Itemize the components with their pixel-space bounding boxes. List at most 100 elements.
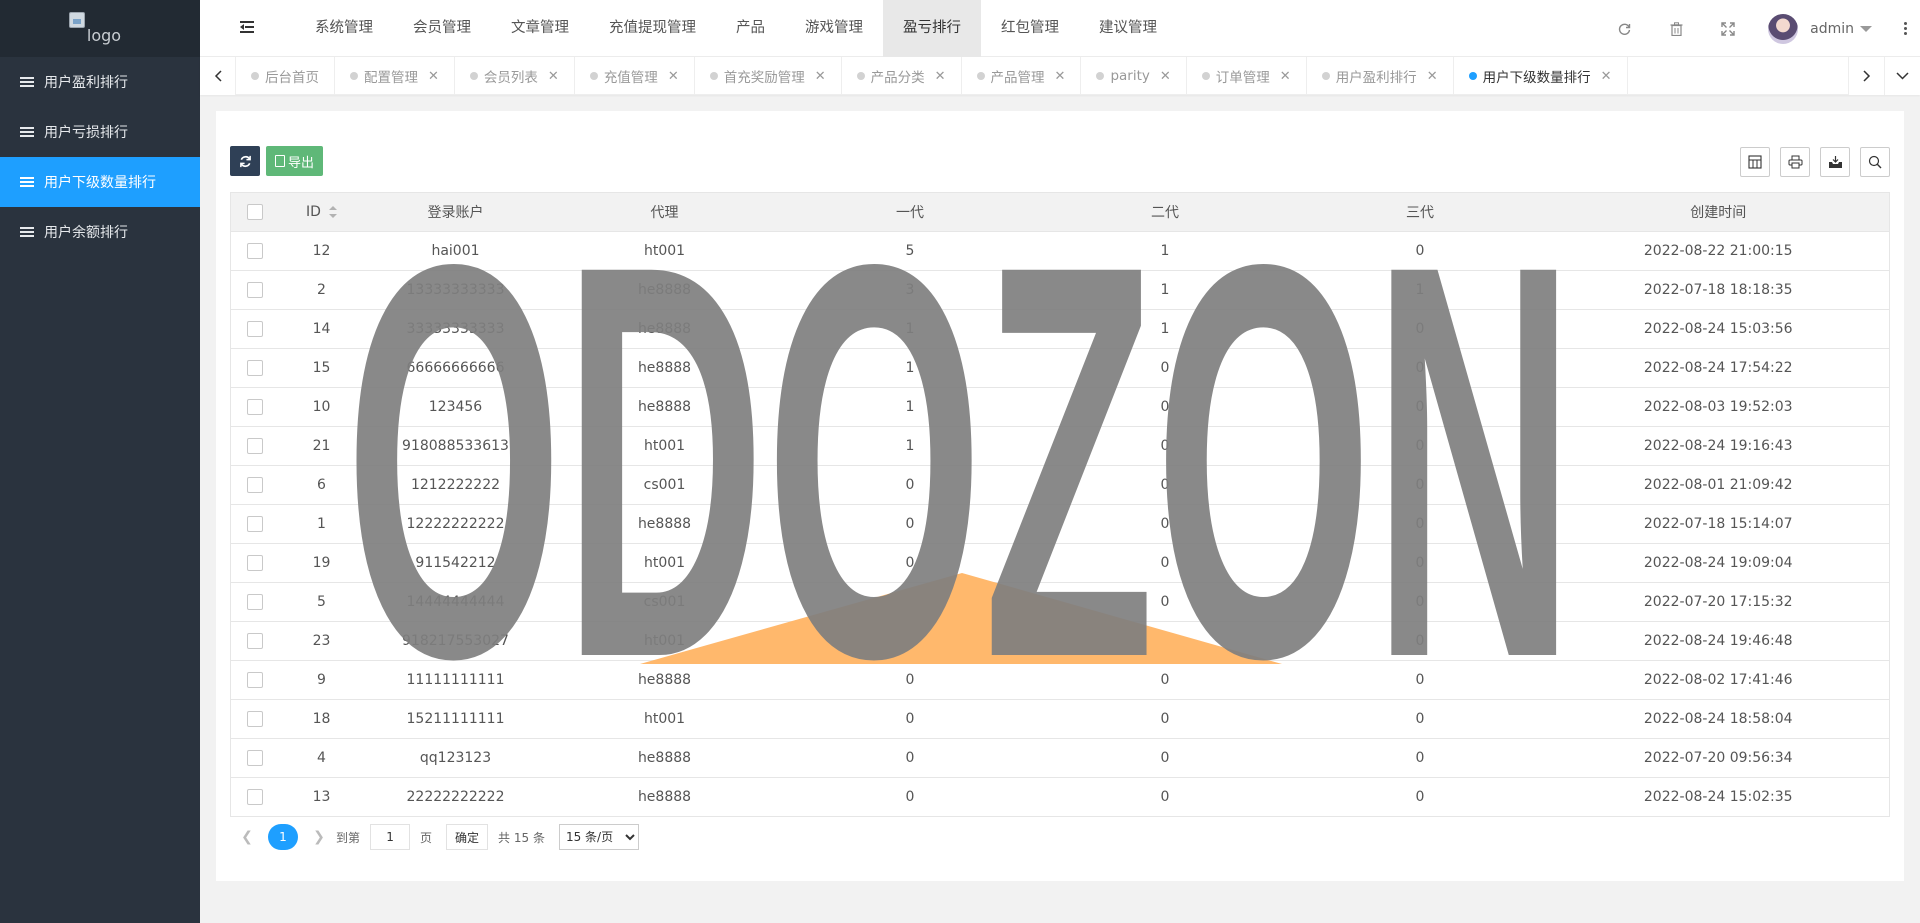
total-count: 共 15 条	[498, 830, 545, 845]
sidebar-item-1[interactable]: 用户亏损排行	[0, 107, 200, 157]
table-cell: 2022-08-24 19:09:04	[1547, 543, 1890, 583]
table-cell: 0	[782, 621, 1038, 661]
prev-page-icon[interactable]: ❮	[236, 829, 258, 845]
tab-4[interactable]: 首充奖励管理 ✕	[695, 57, 842, 95]
tab-label: 用户下级数量排行	[1482, 70, 1591, 86]
table-cell: 2022-08-22 21:00:15	[1547, 231, 1890, 271]
close-icon[interactable]: ✕	[548, 69, 559, 84]
close-icon[interactable]: ✕	[428, 69, 439, 84]
table-cell: 2022-08-24 19:16:43	[1547, 426, 1890, 466]
column-header-agent: 代理	[546, 192, 783, 232]
tab-9[interactable]: 用户盈利排行 ✕	[1307, 57, 1454, 95]
column-header-id[interactable]: ID	[278, 192, 365, 232]
top-nav: 系统管理 会员管理 文章管理 充值提现管理 产品 游戏管理 盈亏排行 红包管理 建议管理	[295, 0, 1177, 57]
top-nav-item-4[interactable]: 产品	[716, 0, 785, 57]
row-checkbox[interactable]	[246, 360, 263, 376]
tab-2[interactable]: 会员列表 ✕	[455, 57, 575, 95]
row-checkbox[interactable]	[246, 282, 263, 298]
tab-3[interactable]: 充值管理 ✕	[575, 57, 695, 95]
sidebar-toggle-icon[interactable]	[240, 20, 256, 34]
tab-1[interactable]: 配置管理 ✕	[335, 57, 455, 95]
export-table-button[interactable]	[1820, 147, 1850, 177]
close-icon[interactable]: ✕	[1427, 69, 1438, 84]
tab-6[interactable]: 产品管理 ✕	[962, 57, 1082, 95]
fullscreen-icon[interactable]	[1702, 0, 1754, 57]
clear-cache-trash-icon[interactable]	[1650, 0, 1702, 57]
close-icon[interactable]: ✕	[935, 69, 946, 84]
column-filter-button[interactable]	[1740, 147, 1770, 177]
close-icon[interactable]: ✕	[815, 69, 826, 84]
tab-menu-chevron-down-icon[interactable]	[1884, 57, 1920, 95]
more-vertical-icon[interactable]	[1890, 0, 1920, 57]
row-checkbox[interactable]	[246, 672, 263, 688]
top-nav-item-3[interactable]: 充值提现管理	[589, 0, 716, 57]
top-nav-item-1[interactable]: 会员管理	[393, 0, 491, 57]
sidebar-item-0[interactable]: 用户盈利排行	[0, 57, 200, 107]
top-nav-item-7[interactable]: 红包管理	[981, 0, 1079, 57]
row-checkbox[interactable]	[246, 243, 263, 259]
sidebar-item-label: 用户下级数量排行	[44, 175, 156, 191]
table-cell: 15211111111	[364, 699, 547, 739]
export-button[interactable]: 导出	[266, 146, 324, 176]
row-checkbox[interactable]	[246, 750, 263, 766]
tab-8[interactable]: 订单管理 ✕	[1187, 57, 1307, 95]
list-icon	[20, 76, 34, 88]
sidebar-item-2[interactable]: 用户下级数量排行	[0, 157, 200, 207]
refresh-icon[interactable]	[1598, 0, 1650, 57]
top-nav-item-6[interactable]: 盈亏排行	[883, 0, 981, 57]
tab-scroll-right-icon[interactable]	[1848, 57, 1884, 95]
table-row: 15 66666666666 he8888 1 0 0 2022-08-24 17:54:2…	[230, 348, 1890, 388]
table-refresh-button[interactable]	[230, 146, 260, 176]
sidebar-item-label: 用户亏损排行	[44, 125, 128, 141]
page-unit-label: 页	[420, 830, 433, 845]
current-page[interactable]: 1	[268, 824, 298, 850]
row-checkbox[interactable]	[246, 789, 263, 805]
column-header-level3: 三代	[1292, 192, 1548, 232]
row-checkbox[interactable]	[246, 594, 263, 610]
top-nav-item-8[interactable]: 建议管理	[1079, 0, 1177, 57]
close-icon[interactable]: ✕	[668, 69, 679, 84]
row-checkbox[interactable]	[246, 516, 263, 532]
top-nav-item-0[interactable]: 系统管理	[295, 0, 393, 57]
table-cell: he8888	[546, 270, 783, 310]
sidebar-item-3[interactable]: 用户余额排行	[0, 207, 200, 257]
table-cell: 1	[782, 309, 1038, 349]
goto-confirm-button[interactable]: 确定	[446, 824, 489, 850]
table-cell: 0	[1292, 582, 1548, 622]
close-icon[interactable]: ✕	[1601, 69, 1612, 84]
close-icon[interactable]: ✕	[1055, 69, 1066, 84]
table-cell: 0	[782, 738, 1038, 778]
row-checkbox[interactable]	[246, 438, 263, 454]
row-checkbox[interactable]	[246, 633, 263, 649]
top-nav-item-5[interactable]: 游戏管理	[785, 0, 883, 57]
close-icon[interactable]: ✕	[1280, 69, 1291, 84]
user-menu[interactable]: admin	[1768, 13, 1872, 44]
row-checkbox[interactable]	[246, 555, 263, 571]
tab-dot-icon	[251, 72, 259, 80]
row-select-cell	[230, 738, 279, 778]
table-cell: 918217553027	[364, 621, 547, 661]
page-size-select[interactable]: 15 条/页	[558, 824, 639, 850]
table-cell: 2022-08-01 21:09:42	[1547, 465, 1890, 505]
tab-scroll-left-icon[interactable]	[200, 57, 236, 95]
table-cell: 2022-08-24 19:46:48	[1547, 621, 1890, 661]
top-nav-item-2[interactable]: 文章管理	[491, 0, 589, 57]
tab-7[interactable]: parity ✕	[1081, 57, 1187, 95]
page-number-input[interactable]	[370, 824, 411, 850]
table-cell: 1	[782, 426, 1038, 466]
row-checkbox[interactable]	[246, 477, 263, 493]
tab-dot-icon	[1201, 72, 1210, 80]
tab-0[interactable]: 后台首页	[236, 57, 335, 95]
row-checkbox[interactable]	[246, 399, 263, 415]
close-icon[interactable]: ✕	[1160, 69, 1171, 84]
tab-5[interactable]: 产品分类 ✕	[842, 57, 962, 95]
sort-icon[interactable]	[328, 206, 337, 218]
print-button[interactable]	[1780, 147, 1810, 177]
row-checkbox[interactable]	[246, 711, 263, 727]
row-checkbox[interactable]	[246, 321, 263, 337]
select-all-checkbox[interactable]	[246, 204, 263, 220]
search-button[interactable]	[1860, 147, 1890, 177]
tab-10[interactable]: 用户下级数量排行 ✕	[1454, 57, 1628, 95]
logo[interactable]: logo	[0, 0, 200, 57]
next-page-icon[interactable]: ❯	[308, 829, 330, 845]
